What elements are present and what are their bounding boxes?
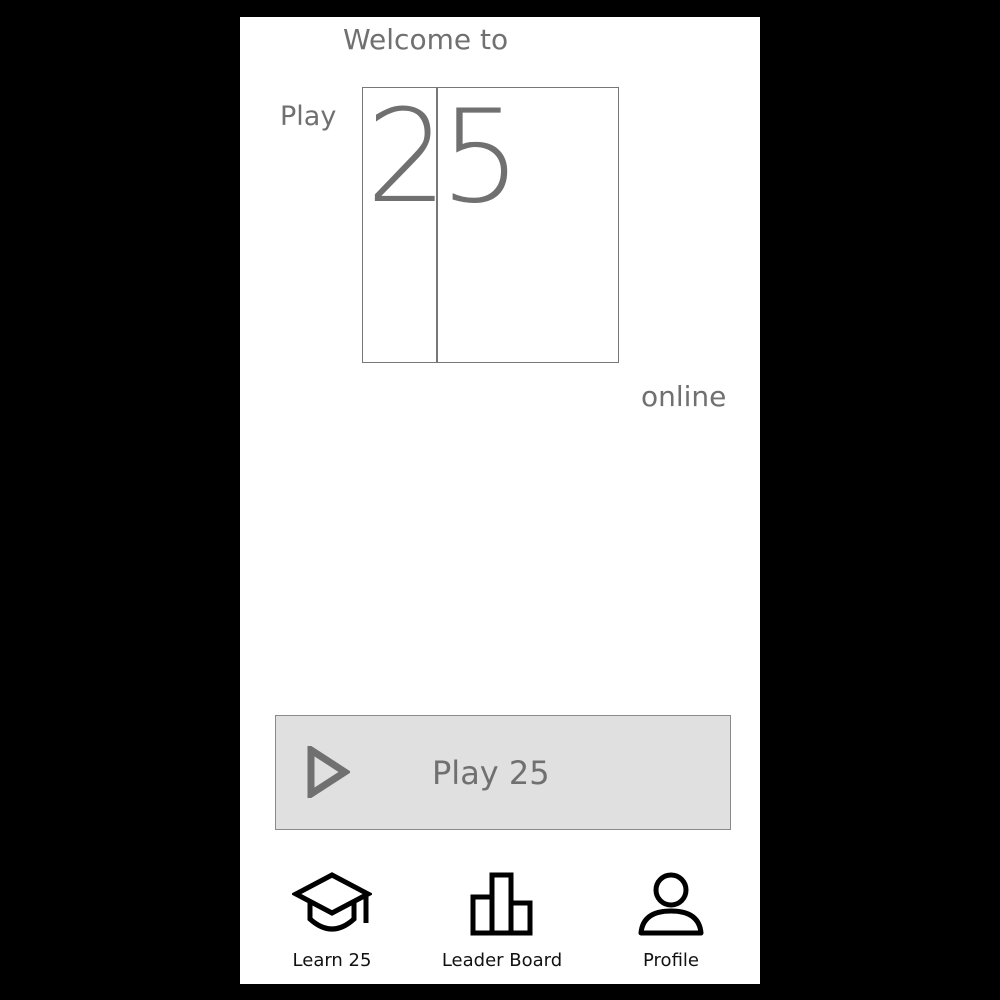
graduation-cap-icon bbox=[292, 872, 372, 932]
nav-learn-25-label: Learn 25 bbox=[292, 950, 372, 971]
bottom-nav: Learn 25 Leader Board Profile bbox=[240, 867, 760, 984]
logo-25: 2 5 bbox=[362, 87, 619, 363]
play-word: Play bbox=[280, 101, 337, 132]
bar-chart-icon bbox=[470, 872, 533, 936]
welcome-text: Welcome to bbox=[343, 23, 509, 56]
nav-learn-25[interactable]: Learn 25 bbox=[252, 867, 412, 984]
app-screen: Welcome to Play 2 5 online Play 25 Learn… bbox=[240, 17, 760, 984]
online-text: online bbox=[641, 380, 727, 413]
play-25-button[interactable]: Play 25 bbox=[275, 715, 731, 830]
nav-leader-board-label: Leader Board bbox=[441, 950, 563, 971]
play-25-button-label: Play 25 bbox=[432, 754, 550, 792]
nav-profile[interactable]: Profile bbox=[591, 867, 751, 984]
nav-profile-label: Profile bbox=[643, 950, 699, 971]
logo-digit-2: 2 bbox=[366, 83, 448, 232]
nav-leader-board[interactable]: Leader Board bbox=[422, 867, 582, 984]
logo-digit-5: 5 bbox=[440, 83, 522, 232]
person-icon bbox=[638, 872, 704, 936]
play-triangle-icon bbox=[307, 746, 350, 798]
